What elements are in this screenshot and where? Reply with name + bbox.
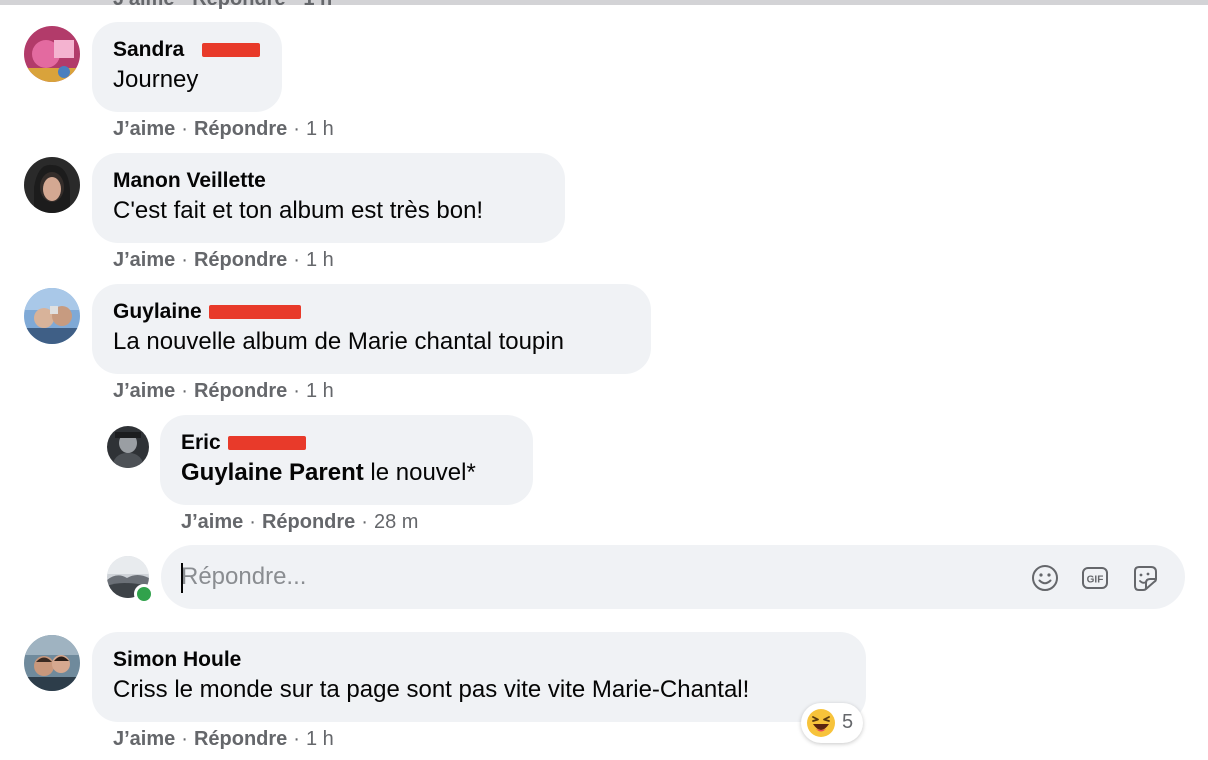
comment-bubble: Guylaine La nouvelle album de Marie chan…	[92, 284, 651, 374]
redaction-mark	[228, 436, 306, 450]
like-button[interactable]: J’aime	[113, 380, 175, 402]
reply-button[interactable]: Répondre	[194, 728, 287, 750]
reply-actions: J’aime · Répondre · 28 m	[181, 511, 419, 533]
mention-link[interactable]: Guylaine Parent	[181, 459, 364, 486]
reply-button[interactable]: Répondre	[194, 249, 287, 271]
text-caret	[181, 563, 183, 593]
cutoff-actions: J'aime · Répondre · 1 h	[113, 0, 332, 11]
timestamp[interactable]: 1 h	[306, 380, 334, 402]
laughing-emoji-icon	[807, 709, 835, 737]
comment-author[interactable]: Manon Veillette	[113, 167, 544, 194]
online-status-dot	[134, 584, 154, 604]
reply-button[interactable]: Répondre	[262, 511, 355, 533]
reaction-badge[interactable]: 5	[801, 703, 863, 743]
timestamp[interactable]: 1 h	[306, 118, 334, 140]
comment-text: Journey	[113, 66, 199, 93]
like-button[interactable]: J’aime	[113, 249, 175, 271]
comment-actions: J’aime · Répondre · 1 h	[113, 728, 334, 750]
like-button[interactable]: J’aime	[113, 728, 175, 750]
comment-actions: J’aime · Répondre · 1 h	[113, 380, 334, 402]
reply-author[interactable]: Eric	[181, 429, 512, 456]
reply-text: Guylaine Parent le nouvel*	[181, 459, 476, 486]
comment-bubble: Sandra Journey	[92, 22, 282, 112]
avatar[interactable]	[24, 26, 80, 82]
redaction-mark	[202, 43, 260, 57]
redaction-mark	[209, 305, 301, 319]
svg-text:GIF: GIF	[1087, 575, 1104, 586]
comment-author[interactable]: Sandra	[113, 36, 261, 63]
reply-bubble: Eric Guylaine Parent le nouvel*	[160, 415, 533, 505]
avatar[interactable]	[107, 426, 149, 468]
comment-actions: J’aime · Répondre · 1 h	[113, 249, 334, 271]
avatar[interactable]	[24, 157, 80, 213]
comment-text: Criss le monde sur ta page sont pas vite…	[113, 676, 750, 703]
reply-composer: GIF	[161, 545, 1185, 609]
comment-text: La nouvelle album de Marie chantal toupi…	[113, 328, 564, 355]
comment-author[interactable]: Guylaine	[113, 298, 630, 325]
comment-author[interactable]: Simon Houle	[113, 646, 845, 673]
comment-actions: J’aime · Répondre · 1 h	[113, 118, 334, 140]
avatar[interactable]	[24, 635, 80, 691]
like-button[interactable]: J’aime	[113, 118, 175, 140]
comment-text: C'est fait et ton album est très bon!	[113, 197, 484, 224]
reply-button[interactable]: Répondre	[194, 118, 287, 140]
reply-input[interactable]	[181, 559, 1001, 595]
timestamp[interactable]: 1 h	[306, 728, 334, 750]
sticker-icon[interactable]	[1130, 563, 1160, 593]
reply-button[interactable]: Répondre	[194, 380, 287, 402]
timestamp[interactable]: 28 m	[374, 511, 418, 533]
comment-bubble: Manon Veillette C'est fait et ton album …	[92, 153, 565, 243]
reaction-count: 5	[842, 711, 854, 733]
avatar[interactable]	[24, 288, 80, 344]
comment-bubble: Simon Houle Criss le monde sur ta page s…	[92, 632, 866, 722]
timestamp[interactable]: 1 h	[306, 249, 334, 271]
gif-icon[interactable]: GIF	[1080, 563, 1110, 593]
like-button[interactable]: J’aime	[181, 511, 243, 533]
smiley-icon[interactable]	[1030, 563, 1060, 593]
